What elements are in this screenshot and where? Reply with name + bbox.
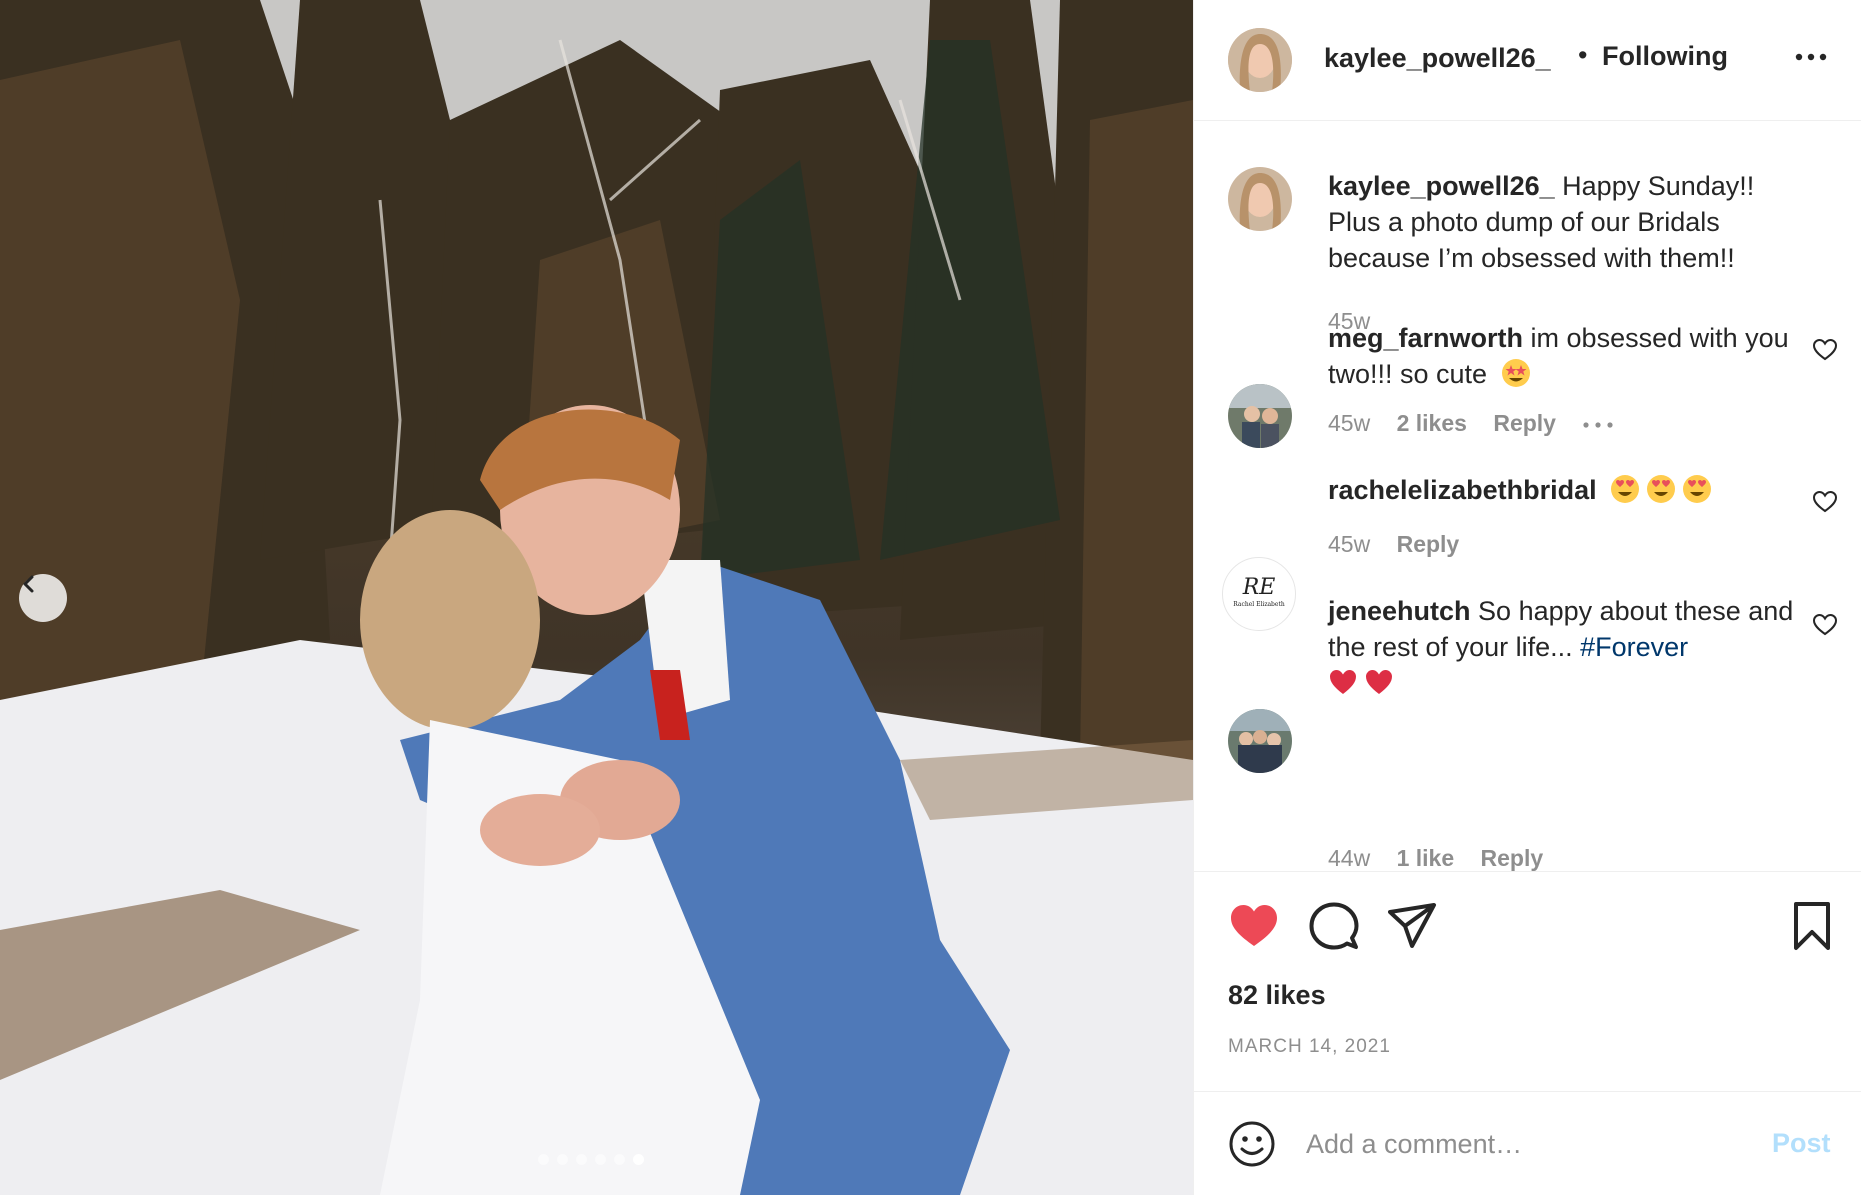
comment-time[interactable]: 45w bbox=[1328, 410, 1370, 436]
red-heart-emoji bbox=[1330, 670, 1356, 694]
post-comment-button[interactable]: Post bbox=[1772, 1128, 1831, 1159]
more-options-icon[interactable] bbox=[1791, 42, 1831, 72]
svg-text:RE: RE bbox=[1242, 575, 1276, 600]
caption-avatar[interactable] bbox=[1228, 167, 1292, 231]
comment-2-text: rachelelizabethbridal bbox=[1328, 472, 1798, 508]
rachel-elizabeth-logo: RE Rachel Elizabeth bbox=[1225, 560, 1293, 628]
comment-icon[interactable] bbox=[1308, 900, 1360, 952]
carousel-dot bbox=[557, 1154, 568, 1165]
comment-3-meta: 44w 1 like Reply bbox=[1328, 845, 1563, 871]
comment-likes[interactable]: 2 likes bbox=[1397, 410, 1467, 436]
avatar-image bbox=[1228, 167, 1292, 231]
reply-button[interactable]: Reply bbox=[1481, 845, 1544, 871]
caption-username[interactable]: kaylee_powell26_ bbox=[1328, 171, 1555, 201]
comment-2-meta: 45w Reply bbox=[1328, 531, 1479, 558]
comment-avatar[interactable] bbox=[1228, 709, 1292, 773]
avatar-image bbox=[1228, 384, 1292, 448]
carousel-dot bbox=[595, 1154, 606, 1165]
post-date[interactable]: MARCH 14, 2021 bbox=[1228, 1036, 1391, 1058]
avatar-image bbox=[1228, 28, 1292, 92]
comment-avatar[interactable] bbox=[1228, 384, 1292, 448]
previous-photo-button[interactable] bbox=[19, 574, 67, 622]
comment-username[interactable]: meg_farnworth bbox=[1328, 323, 1523, 353]
hashtag-link[interactable]: #Forever bbox=[1580, 632, 1688, 662]
carousel-dot bbox=[538, 1154, 549, 1165]
reply-button[interactable]: Reply bbox=[1493, 410, 1556, 436]
comment-input[interactable] bbox=[1304, 1118, 1748, 1170]
author-username[interactable]: kaylee_powell26_ bbox=[1324, 43, 1551, 74]
author-avatar[interactable] bbox=[1228, 28, 1292, 92]
header-separator: • bbox=[1578, 40, 1588, 70]
comment-1-meta: 45w 2 likes Reply bbox=[1328, 410, 1614, 437]
add-comment-bar: Post bbox=[1194, 1091, 1861, 1196]
following-button[interactable]: Following bbox=[1602, 41, 1728, 72]
post-photo[interactable] bbox=[0, 0, 1193, 1195]
comment-1-text: meg_farnworth im obsessed with you two!!… bbox=[1328, 320, 1798, 392]
likes-count[interactable]: 82 likes bbox=[1228, 980, 1326, 1011]
svg-text:Rachel Elizabeth: Rachel Elizabeth bbox=[1233, 601, 1285, 608]
like-button-icon[interactable] bbox=[1228, 900, 1280, 952]
comment-username[interactable]: rachelelizabethbridal bbox=[1328, 475, 1597, 505]
carousel-dot bbox=[614, 1154, 625, 1165]
emoji-picker-icon[interactable] bbox=[1228, 1120, 1276, 1168]
share-icon[interactable] bbox=[1386, 900, 1438, 952]
bookmark-icon[interactable] bbox=[1786, 900, 1838, 952]
carousel-dot-active bbox=[633, 1154, 644, 1165]
star-struck-emoji bbox=[1501, 359, 1530, 387]
like-comment-icon[interactable] bbox=[1812, 612, 1838, 638]
chevron-left-icon bbox=[23, 575, 34, 593]
comment-avatar[interactable]: RE Rachel Elizabeth bbox=[1222, 557, 1296, 631]
carousel-dot bbox=[576, 1154, 587, 1165]
post-header: kaylee_powell26_ • Following bbox=[1194, 0, 1861, 121]
comment-time[interactable]: 45w bbox=[1328, 531, 1370, 557]
comments-list[interactable]: kaylee_powell26_ Happy Sunday!! Plus a p… bbox=[1194, 121, 1861, 871]
carousel-indicator bbox=[538, 1154, 644, 1165]
post-side-panel: kaylee_powell26_ • Following kaylee_powe… bbox=[1193, 0, 1861, 1195]
like-comment-icon[interactable] bbox=[1812, 337, 1838, 363]
heart-eyes-emoji bbox=[1611, 475, 1640, 503]
comment-3-text: jeneehutch So happy about these and the … bbox=[1328, 593, 1798, 701]
caption-text: kaylee_powell26_ Happy Sunday!! Plus a p… bbox=[1328, 168, 1798, 276]
avatar-image bbox=[1228, 709, 1292, 773]
photo-scene bbox=[0, 0, 1193, 1195]
comment-more-icon[interactable] bbox=[1582, 420, 1614, 430]
comment-likes[interactable]: 1 like bbox=[1397, 845, 1455, 871]
post-actions: 82 likes MARCH 14, 2021 bbox=[1194, 871, 1861, 1092]
red-heart-emoji bbox=[1366, 670, 1392, 694]
heart-eyes-emoji bbox=[1647, 475, 1676, 503]
like-comment-icon[interactable] bbox=[1812, 489, 1838, 515]
comment-time[interactable]: 44w bbox=[1328, 845, 1370, 871]
reply-button[interactable]: Reply bbox=[1397, 531, 1460, 557]
comment-username[interactable]: jeneehutch bbox=[1328, 596, 1471, 626]
heart-eyes-emoji bbox=[1683, 475, 1712, 503]
